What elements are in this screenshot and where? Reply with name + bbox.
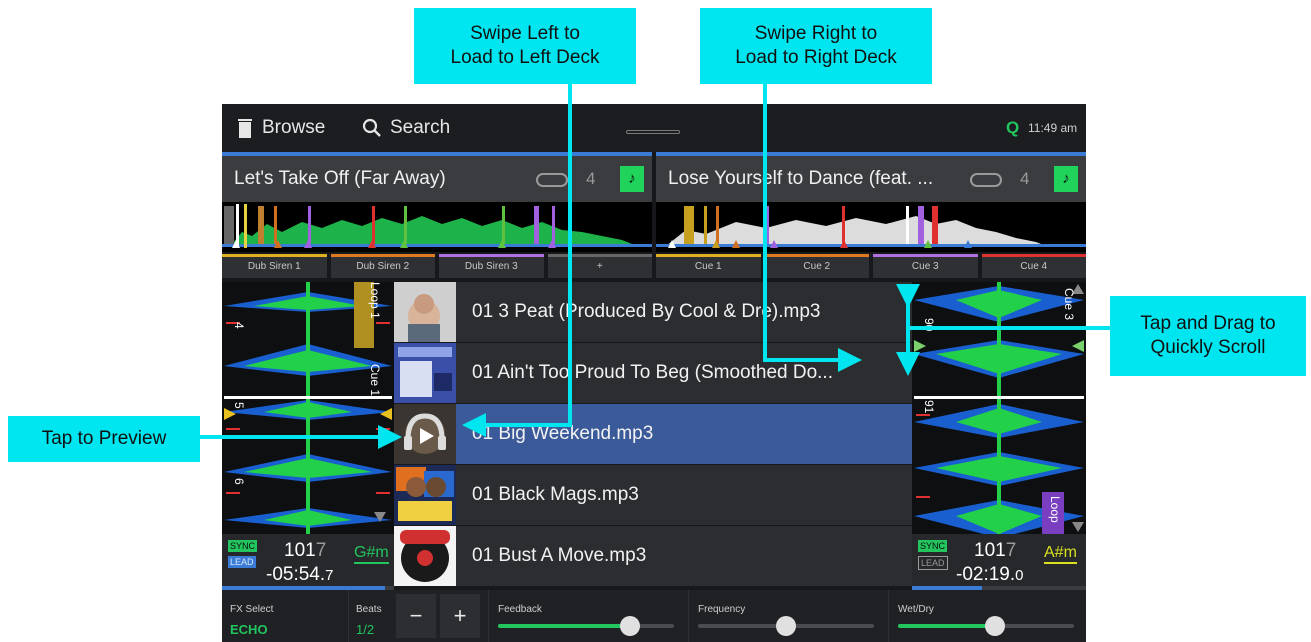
swipe-right-arrow [763,82,862,372]
callout-swipe-right: Swipe Right to Load to Right Deck [700,8,932,84]
annotated-screenshot: Browse Search Q 11:49 am Let's Take Off … [0,0,1311,642]
callout-tap-drag: Tap and Drag to Quickly Scroll [1110,296,1306,376]
callout-swipe-left: Swipe Left to Load to Left Deck [414,8,636,84]
swipe-left-arrow [462,82,572,437]
callout-tap-preview: Tap to Preview [8,416,200,462]
